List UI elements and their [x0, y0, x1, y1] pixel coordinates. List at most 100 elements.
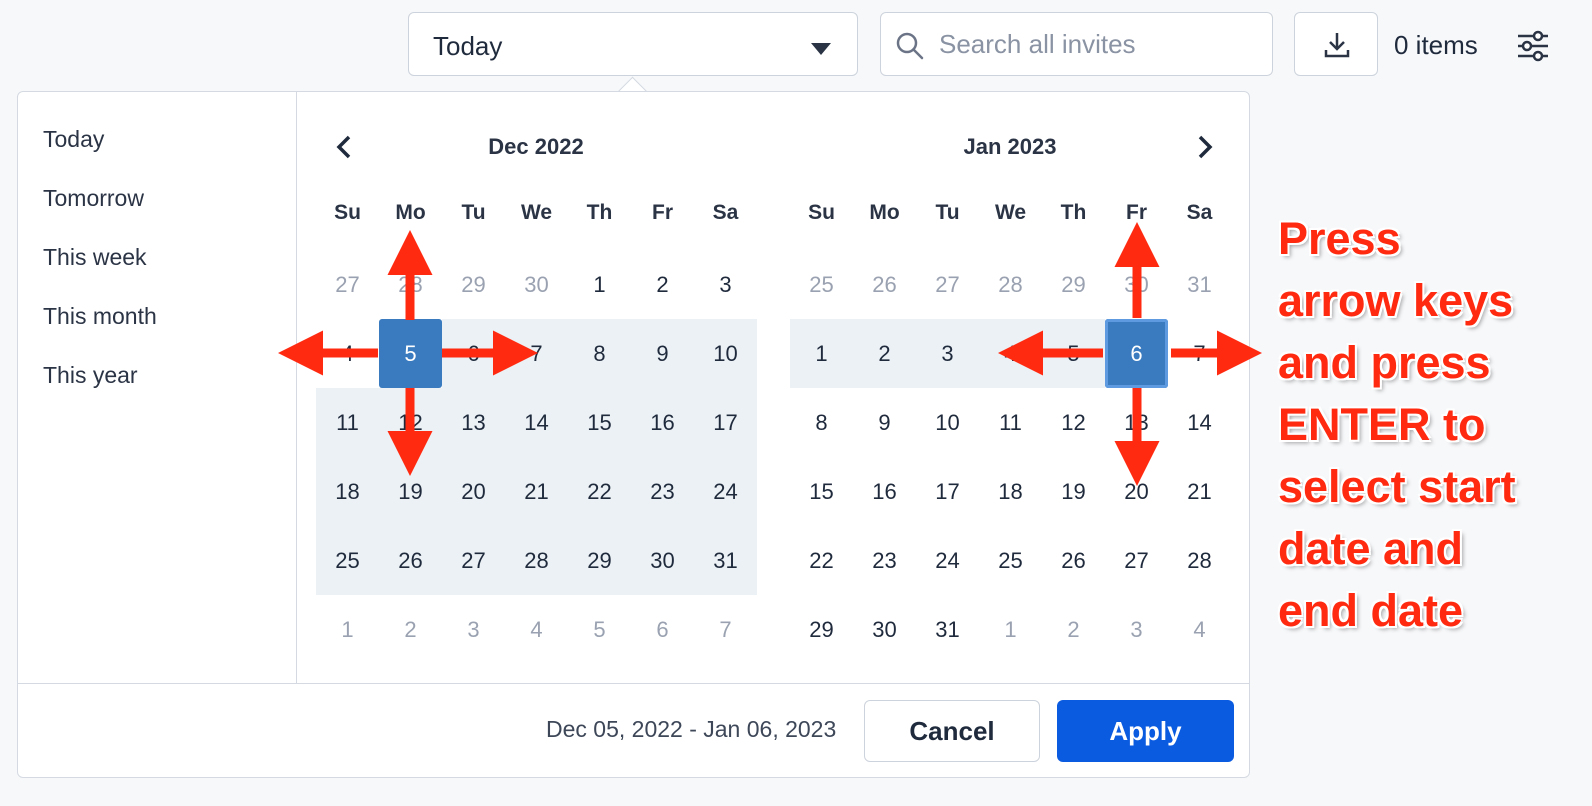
day-cell[interactable]: 10 — [916, 388, 979, 457]
day-cell[interactable]: 27 — [916, 250, 979, 319]
day-cell[interactable]: 2 — [379, 595, 442, 664]
day-cell[interactable]: 29 — [790, 595, 853, 664]
day-cell[interactable]: 13 — [1105, 388, 1168, 457]
day-cell[interactable]: 1 — [790, 319, 853, 388]
day-cell[interactable]: 19 — [1042, 457, 1105, 526]
day-cell[interactable]: 18 — [316, 457, 379, 526]
day-cell[interactable]: 24 — [916, 526, 979, 595]
day-cell[interactable]: 11 — [316, 388, 379, 457]
day-cell[interactable]: 30 — [1105, 250, 1168, 319]
search-box[interactable] — [880, 12, 1273, 76]
date-range-select[interactable]: Today — [408, 12, 858, 76]
day-cell[interactable]: 31 — [916, 595, 979, 664]
apply-button[interactable]: Apply — [1057, 700, 1234, 762]
preset-tomorrow[interactable]: Tomorrow — [43, 185, 144, 212]
day-cell[interactable]: 31 — [1168, 250, 1231, 319]
day-cell[interactable]: 2 — [631, 250, 694, 319]
previous-month-icon[interactable] — [330, 132, 360, 162]
day-cell[interactable]: 12 — [379, 388, 442, 457]
day-cell[interactable]: 30 — [631, 526, 694, 595]
day-cell[interactable]: 20 — [1105, 457, 1168, 526]
day-cell[interactable]: 23 — [631, 457, 694, 526]
preset-this-week[interactable]: This week — [43, 244, 147, 271]
day-cell[interactable]: 1 — [316, 595, 379, 664]
day-cell[interactable]: 7 — [1168, 319, 1231, 388]
day-cell[interactable]: 22 — [568, 457, 631, 526]
filter-settings-icon[interactable] — [1516, 30, 1550, 62]
day-cell[interactable]: 14 — [505, 388, 568, 457]
day-cell[interactable]: 31 — [694, 526, 757, 595]
day-cell[interactable]: 13 — [442, 388, 505, 457]
search-input[interactable] — [939, 25, 1259, 63]
day-cell[interactable]: 22 — [790, 526, 853, 595]
day-cell[interactable]: 30 — [505, 250, 568, 319]
day-cell[interactable]: 17 — [916, 457, 979, 526]
day-cell[interactable]: 25 — [979, 526, 1042, 595]
day-cell[interactable]: 23 — [853, 526, 916, 595]
day-cell[interactable]: 9 — [631, 319, 694, 388]
download-button[interactable] — [1294, 12, 1378, 76]
day-cell[interactable]: 28 — [1168, 526, 1231, 595]
day-cell[interactable]: 1 — [568, 250, 631, 319]
day-cell[interactable]: 4 — [1168, 595, 1231, 664]
day-cell[interactable]: 28 — [379, 250, 442, 319]
day-cell[interactable]: 10 — [694, 319, 757, 388]
day-cell[interactable]: 4 — [316, 319, 379, 388]
day-cell[interactable]: 26 — [853, 250, 916, 319]
day-cell[interactable]: 9 — [853, 388, 916, 457]
day-cell[interactable]: 28 — [979, 250, 1042, 319]
day-cell[interactable]: 11 — [979, 388, 1042, 457]
day-cell[interactable]: 29 — [442, 250, 505, 319]
day-cell[interactable]: 21 — [1168, 457, 1231, 526]
day-cell[interactable]: 27 — [1105, 526, 1168, 595]
day-cell[interactable]: 8 — [790, 388, 853, 457]
day-cell[interactable]: 28 — [505, 526, 568, 595]
day-cell[interactable]: 15 — [568, 388, 631, 457]
day-cell[interactable]: 3 — [694, 250, 757, 319]
day-cell[interactable]: 16 — [853, 457, 916, 526]
day-cell[interactable]: 17 — [694, 388, 757, 457]
day-cell[interactable]: 26 — [1042, 526, 1105, 595]
day-cell[interactable]: 30 — [853, 595, 916, 664]
day-cell[interactable]: 2 — [1042, 595, 1105, 664]
day-cell[interactable]: 29 — [1042, 250, 1105, 319]
day-cell[interactable]: 6 — [631, 595, 694, 664]
day-cell[interactable]: 4 — [979, 319, 1042, 388]
day-cell[interactable]: 3 — [442, 595, 505, 664]
day-cell[interactable]: 19 — [379, 457, 442, 526]
annotation-line: end date — [1278, 585, 1464, 636]
day-cell[interactable]: 3 — [1105, 595, 1168, 664]
day-cell[interactable]: 1 — [979, 595, 1042, 664]
day-cell[interactable]: 6 — [442, 319, 505, 388]
day-cell-selected[interactable]: 5 — [379, 319, 442, 388]
day-cell[interactable]: 24 — [694, 457, 757, 526]
next-month-icon[interactable] — [1189, 132, 1219, 162]
day-cell[interactable]: 21 — [505, 457, 568, 526]
day-cell[interactable]: 5 — [568, 595, 631, 664]
annotation-line: date and — [1278, 523, 1464, 574]
day-cell[interactable]: 26 — [379, 526, 442, 595]
preset-this-year[interactable]: This year — [43, 362, 138, 389]
day-cell[interactable]: 8 — [568, 319, 631, 388]
day-cell[interactable]: 16 — [631, 388, 694, 457]
day-cell[interactable]: 18 — [979, 457, 1042, 526]
preset-this-month[interactable]: This month — [43, 303, 157, 330]
day-cell[interactable]: 20 — [442, 457, 505, 526]
day-cell[interactable]: 25 — [790, 250, 853, 319]
day-cell[interactable]: 27 — [316, 250, 379, 319]
day-cell[interactable]: 14 — [1168, 388, 1231, 457]
day-cell[interactable]: 29 — [568, 526, 631, 595]
day-cell-selected[interactable]: 6 — [1105, 319, 1168, 388]
day-cell[interactable]: 3 — [916, 319, 979, 388]
preset-today[interactable]: Today — [43, 126, 104, 153]
day-cell[interactable]: 4 — [505, 595, 568, 664]
day-cell[interactable]: 7 — [694, 595, 757, 664]
day-cell[interactable]: 5 — [1042, 319, 1105, 388]
day-cell[interactable]: 15 — [790, 457, 853, 526]
cancel-button[interactable]: Cancel — [864, 700, 1040, 762]
day-cell[interactable]: 27 — [442, 526, 505, 595]
day-cell[interactable]: 7 — [505, 319, 568, 388]
day-cell[interactable]: 2 — [853, 319, 916, 388]
day-cell[interactable]: 25 — [316, 526, 379, 595]
day-cell[interactable]: 12 — [1042, 388, 1105, 457]
